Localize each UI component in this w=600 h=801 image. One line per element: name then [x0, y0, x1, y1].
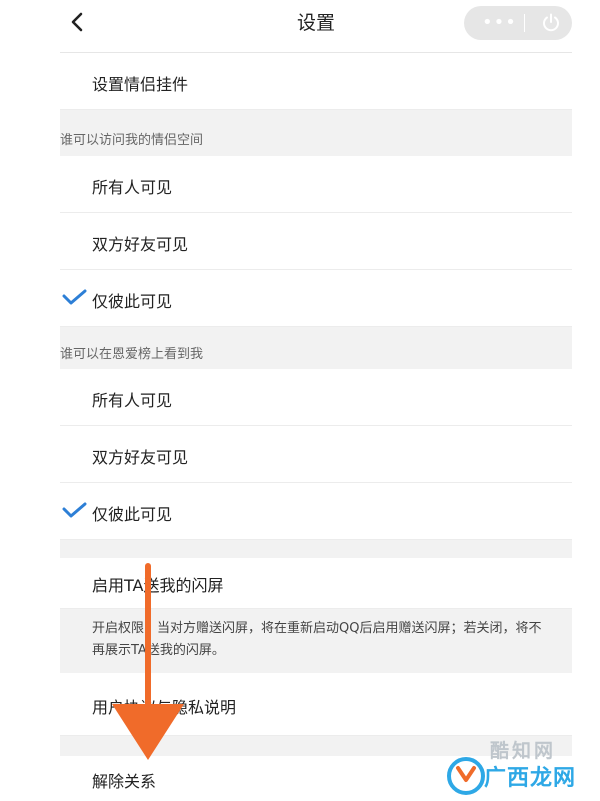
more-dots-icon[interactable]: ••• — [482, 12, 517, 33]
capsule-divider — [524, 14, 525, 32]
watermark: 酷知网 广西龙网 — [440, 736, 600, 798]
power-icon[interactable] — [540, 12, 562, 34]
checkmark-icon — [62, 502, 87, 518]
section-space-visibility: 谁可以访问我的情侣空间 — [60, 110, 572, 156]
option-label: 所有人可见 — [92, 391, 173, 410]
row-label: 启用TA送我的闪屏 — [92, 576, 224, 595]
option-rank-all[interactable]: 所有人可见 — [60, 369, 572, 426]
option-label: 仅彼此可见 — [92, 292, 173, 311]
option-label: 双方好友可见 — [92, 448, 189, 467]
option-rank-mutual[interactable]: 双方好友可见 — [60, 426, 572, 483]
checkmark-icon — [62, 289, 87, 305]
row-couple-widget[interactable]: 设置情侣挂件 — [60, 53, 572, 110]
settings-screen: 设置 ••• 设置情侣挂件 谁可以访问我的情侣空间 所有人可见 双方好友可见 仅… — [60, 0, 572, 801]
mini-program-capsule: ••• — [464, 6, 572, 40]
section-title: 谁可以在恩爱榜上看到我 — [60, 347, 204, 362]
nav-bar: 设置 ••• — [60, 0, 572, 53]
option-label: 仅彼此可见 — [92, 505, 173, 524]
row-agreement[interactable]: 用户协议与隐私说明 — [60, 673, 572, 736]
option-space-only[interactable]: 仅彼此可见 — [60, 270, 572, 327]
option-label: 双方好友可见 — [92, 235, 189, 254]
watermark-bottom-text: 广西龙网 — [484, 766, 577, 791]
description-text: 开启权限，当对方赠送闪屏，将在重新启动QQ后启用赠送闪屏；若关闭，将不再展示TA… — [92, 621, 542, 658]
section-gap — [60, 540, 572, 558]
section-rank-visibility: 谁可以在恩爱榜上看到我 — [60, 327, 572, 369]
row-label: 用户协议与隐私说明 — [92, 698, 237, 717]
row-label: 设置情侣挂件 — [92, 75, 189, 94]
option-rank-only[interactable]: 仅彼此可见 — [60, 483, 572, 540]
section-title: 谁可以访问我的情侣空间 — [60, 133, 204, 148]
option-space-mutual[interactable]: 双方好友可见 — [60, 213, 572, 270]
watermark-top-text: 酷知网 — [490, 740, 557, 762]
row-label: 解除关系 — [92, 772, 157, 791]
watermark-logo — [447, 757, 485, 795]
option-label: 所有人可见 — [92, 178, 173, 197]
row-flash-screen[interactable]: 启用TA送我的闪屏 — [60, 558, 572, 609]
option-space-all[interactable]: 所有人可见 — [60, 156, 572, 213]
flash-screen-description: 开启权限，当对方赠送闪屏，将在重新启动QQ后启用赠送闪屏；若关闭，将不再展示TA… — [60, 609, 572, 673]
